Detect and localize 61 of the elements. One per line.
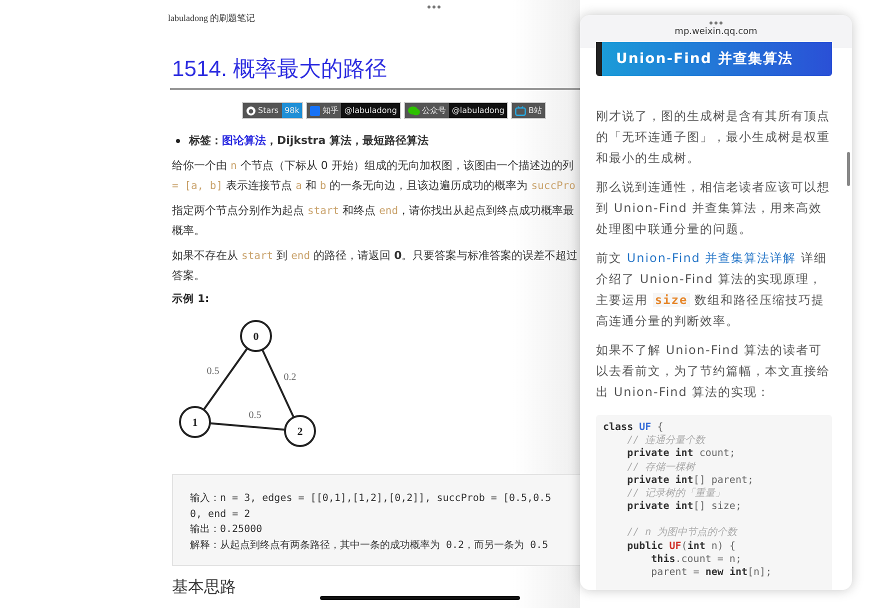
paragraph-line: 答案。 (172, 268, 205, 284)
graph-node: 0 (240, 320, 272, 352)
tag-list: 标签：图论算法，Dijkstra 算法，最短路径算法 (189, 131, 428, 151)
example-label: 示例 1: (172, 292, 210, 306)
graph-node: 2 (284, 415, 316, 447)
code-line: this.count = n; (650, 552, 742, 566)
more-icon[interactable] (427, 5, 441, 9)
code-line: private int count; (626, 447, 736, 461)
chat-bubble-icon (408, 106, 420, 116)
tv-icon (515, 106, 526, 116)
paragraph-line: 出 Union-Find 算法的实现： (596, 384, 770, 401)
link[interactable]: 图论算法 (222, 134, 266, 147)
code-line: private int[] size; (626, 500, 742, 514)
code-line: 解释：从起点到终点有两条路径，其中一条的成功概率为 0.2，而另一条为 0.5 (190, 538, 548, 552)
paragraph-line: 以去看前文，为了节约篇幅，本文直接给 (596, 363, 830, 380)
code-line: 输入：n = 3, edges = [[0,1],[1,2],[0,2]], succProb = [0.5,0.5 (190, 492, 552, 506)
paragraph-line: 那么说到连通性，相信老读者应该可以想 (596, 179, 830, 196)
page-header: labuladong 的刷题笔记 (168, 12, 256, 25)
bullet-icon (176, 139, 180, 143)
paragraph-line: 刚才说了，图的生成树是含有其所有顶点 (596, 108, 830, 125)
paragraph-line: 高连通分量的判断效率。 (596, 313, 739, 330)
paragraph-line: 处理图中联通分量的问题。 (596, 221, 752, 238)
article-banner: Union-Find 并查集算法 (596, 42, 832, 76)
page-title: 1514. 概率最大的路径 (172, 55, 388, 83)
paragraph-line: 如果不存在从 start 到 end 的路径，请返回 0。只要答案与标准答案的误差不超过 (172, 248, 578, 264)
edge-weight-label: 0.2 (284, 372, 296, 383)
badge[interactable]: B站 (511, 102, 546, 119)
edge-weight-label: 0.5 (248, 410, 262, 421)
graph-node: 1 (179, 406, 211, 438)
more-icon[interactable] (709, 21, 723, 25)
paragraph-line: 到 Union-Find 并查集算法，用来高效 (596, 200, 822, 217)
graph-edge (261, 349, 295, 418)
scrollbar[interactable] (847, 152, 850, 186)
paragraph-line: 给你一个由 n 个节点（下标从 0 开始）组成的无向加权图，该图由一个描述边的列 (172, 158, 574, 174)
edge-weight-label: 0.5 (206, 366, 220, 377)
code-line: parent = new int[n]; (650, 566, 772, 580)
paragraph-line: 如果不了解 Union-Find 算法的读者可 (596, 342, 822, 359)
code-line: 输出：0.25000 (190, 522, 262, 537)
code-line: // n 为图中节点的个数 (626, 526, 738, 540)
code-line: // 记录树的「重量」 (626, 487, 726, 500)
url-label: mp.weixin.qq.com (674, 27, 758, 37)
paragraph-line: 主要运用 size 数组和路径压缩技巧提 (596, 292, 825, 309)
badge[interactable]: 知乎 @labuladong (306, 102, 401, 119)
code-line: public UF(int n) { (626, 540, 736, 553)
paragraph-line: 指定两个节点分别作为起点 start 和终点 end，请你找出从起点到终点成功概率最 (172, 203, 574, 219)
section-heading: 基本思路 (172, 577, 236, 598)
code-line: class UF { (603, 421, 664, 434)
code-line: 0, end = 2 (190, 508, 250, 522)
badge[interactable]: 公众号 @labuladong (404, 102, 508, 119)
paragraph-line: 的「无环连通子图」，最小生成树是权重 (596, 129, 830, 146)
badge[interactable]: Stars 98k (242, 102, 304, 119)
code-line: private int[] parent; (626, 474, 754, 488)
paragraph-line: 介绍了 Union-Find 算法的实现原理， (596, 271, 822, 288)
code-line: // 存储一棵树 (626, 460, 696, 474)
paragraph-line: 概率。 (172, 223, 205, 239)
code-line: // 连通分量个数 (626, 434, 706, 448)
graph-edge (202, 348, 248, 410)
paragraph-line: = [a, b] 表示连接节点 a 和 b 的一条无向边，且该边遍历成功的概率为 succPro (172, 178, 576, 194)
paragraph-line: 和最小的生成树。 (596, 150, 700, 167)
link[interactable]: Union-Find 并查集算法详解 (626, 251, 796, 265)
paragraph-line: 前文 Union-Find 并查集算法详解 详细 (596, 250, 828, 267)
